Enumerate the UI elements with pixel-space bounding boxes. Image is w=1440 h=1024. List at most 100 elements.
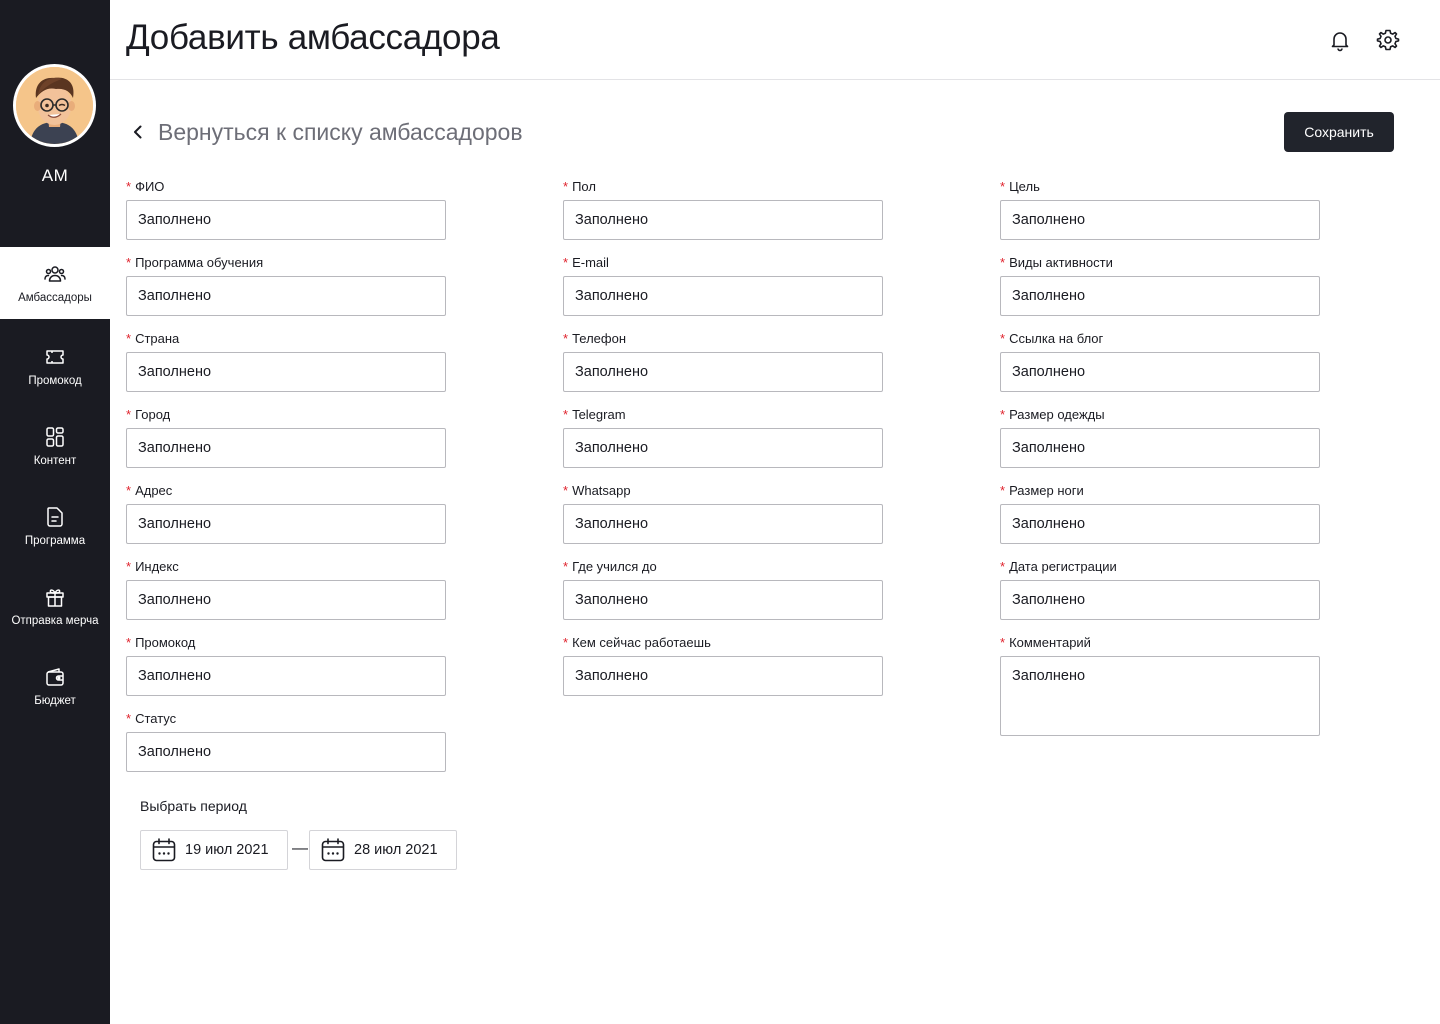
- calendar-icon: [321, 838, 345, 862]
- save-button[interactable]: Сохранить: [1284, 112, 1394, 152]
- sidebar-item-merch[interactable]: Отправка мерча: [0, 570, 110, 642]
- required-marker: *: [563, 407, 569, 422]
- sidebar-item-program[interactable]: Программа: [0, 490, 110, 562]
- memoji-avatar-icon: [16, 67, 93, 144]
- field-label: Telegram: [572, 407, 626, 422]
- required-marker: *: [1000, 255, 1006, 270]
- telegram-input[interactable]: [563, 428, 883, 468]
- field-whatsapp: * Whatsapp: [563, 483, 883, 544]
- users-icon: [44, 266, 66, 282]
- avatar[interactable]: [13, 64, 96, 147]
- field-registration-date: * Дата регистрации: [1000, 559, 1320, 620]
- country-input[interactable]: [126, 352, 446, 392]
- fio-input[interactable]: [126, 200, 446, 240]
- required-marker: *: [563, 331, 569, 346]
- required-marker: *: [563, 179, 569, 194]
- field-label: Адрес: [135, 483, 173, 498]
- education-program-input[interactable]: [126, 276, 446, 316]
- avatar-image: [16, 67, 93, 144]
- required-marker: *: [563, 255, 569, 270]
- field-postal-index: * Индекс: [126, 559, 446, 620]
- sidebar: АМ Амбассадоры Промокод Контент Программ…: [0, 0, 110, 1024]
- required-marker: *: [126, 559, 132, 574]
- required-marker: *: [563, 635, 569, 650]
- activity-types-input[interactable]: [1000, 276, 1320, 316]
- field-label: Индекс: [135, 559, 179, 574]
- sidebar-item-content[interactable]: Контент: [0, 410, 110, 482]
- chevron-left-icon: [134, 125, 142, 139]
- field-label: Цель: [1009, 179, 1040, 194]
- city-input[interactable]: [126, 428, 446, 468]
- field-label: Дата регистрации: [1009, 559, 1117, 574]
- back-to-list-link[interactable]: Вернуться к списку амбассадоров: [130, 116, 523, 148]
- header: Добавить амбассадора: [110, 0, 1440, 80]
- previous-education-input[interactable]: [563, 580, 883, 620]
- address-input[interactable]: [126, 504, 446, 544]
- required-marker: *: [563, 483, 569, 498]
- field-label: E-mail: [572, 255, 609, 270]
- field-address: * Адрес: [126, 483, 446, 544]
- postal-index-input[interactable]: [126, 580, 446, 620]
- field-label: Где учился до: [572, 559, 657, 574]
- calendar-icon: [152, 838, 176, 862]
- wallet-icon: [46, 668, 64, 686]
- document-icon: [47, 507, 63, 527]
- notifications-button[interactable]: [1328, 28, 1352, 52]
- required-marker: *: [126, 711, 132, 726]
- shoe-size-input[interactable]: [1000, 504, 1320, 544]
- registration-date-input[interactable]: [1000, 580, 1320, 620]
- sidebar-item-promocode[interactable]: Промокод: [0, 330, 110, 402]
- email-input[interactable]: [563, 276, 883, 316]
- required-marker: *: [126, 179, 132, 194]
- field-label: Статус: [135, 711, 177, 726]
- date-end-value: 28 июл 2021: [354, 842, 438, 858]
- field-label: Whatsapp: [572, 483, 631, 498]
- field-blog-link: * Ссылка на блог: [1000, 331, 1320, 392]
- sidebar-item-budget[interactable]: Бюджет: [0, 650, 110, 722]
- blog-link-input[interactable]: [1000, 352, 1320, 392]
- comment-textarea[interactable]: Заполнено: [1000, 656, 1320, 736]
- field-label: ФИО: [135, 179, 165, 194]
- layout-icon: [46, 427, 64, 447]
- required-marker: *: [1000, 331, 1006, 346]
- sidebar-item-ambassadors[interactable]: Амбассадоры: [0, 247, 110, 319]
- whatsapp-input[interactable]: [563, 504, 883, 544]
- field-phone: * Телефон: [563, 331, 883, 392]
- required-marker: *: [126, 635, 132, 650]
- field-education-program: * Программа обучения: [126, 255, 446, 316]
- date-start-value: 19 июл 2021: [185, 842, 269, 858]
- goal-input[interactable]: [1000, 200, 1320, 240]
- date-start-picker[interactable]: 19 июл 2021: [140, 830, 288, 870]
- required-marker: *: [126, 407, 132, 422]
- field-activity-types: * Виды активности: [1000, 255, 1320, 316]
- field-previous-education: * Где учился до: [563, 559, 883, 620]
- field-telegram: * Telegram: [563, 407, 883, 468]
- period-label: Выбрать период: [140, 798, 247, 814]
- promocode-input[interactable]: [126, 656, 446, 696]
- phone-input[interactable]: [563, 352, 883, 392]
- required-marker: *: [1000, 483, 1006, 498]
- field-city: * Город: [126, 407, 446, 468]
- field-label: Страна: [135, 331, 180, 346]
- field-label: Виды активности: [1009, 255, 1113, 270]
- settings-button[interactable]: [1376, 28, 1400, 52]
- required-marker: *: [126, 331, 132, 346]
- status-input[interactable]: [126, 732, 446, 772]
- field-current-job: * Кем сейчас работаешь: [563, 635, 883, 696]
- page-title: Добавить амбассадора: [126, 18, 500, 57]
- sidebar-item-label: Бюджет: [34, 695, 76, 707]
- field-fio: * ФИО: [126, 179, 446, 240]
- clothing-size-input[interactable]: [1000, 428, 1320, 468]
- sidebar-item-label: Отправка мерча: [11, 615, 99, 627]
- field-label: Размер одежды: [1009, 407, 1105, 422]
- gift-icon: [46, 589, 64, 607]
- field-goal: * Цель: [1000, 179, 1320, 240]
- current-job-input[interactable]: [563, 656, 883, 696]
- sidebar-item-label: Программа: [24, 535, 86, 547]
- field-label: Пол: [572, 179, 596, 194]
- date-end-picker[interactable]: 28 июл 2021: [309, 830, 457, 870]
- sidebar-item-label: Промокод: [28, 375, 82, 387]
- gender-input[interactable]: [563, 200, 883, 240]
- required-marker: *: [1000, 407, 1006, 422]
- required-marker: *: [563, 559, 569, 574]
